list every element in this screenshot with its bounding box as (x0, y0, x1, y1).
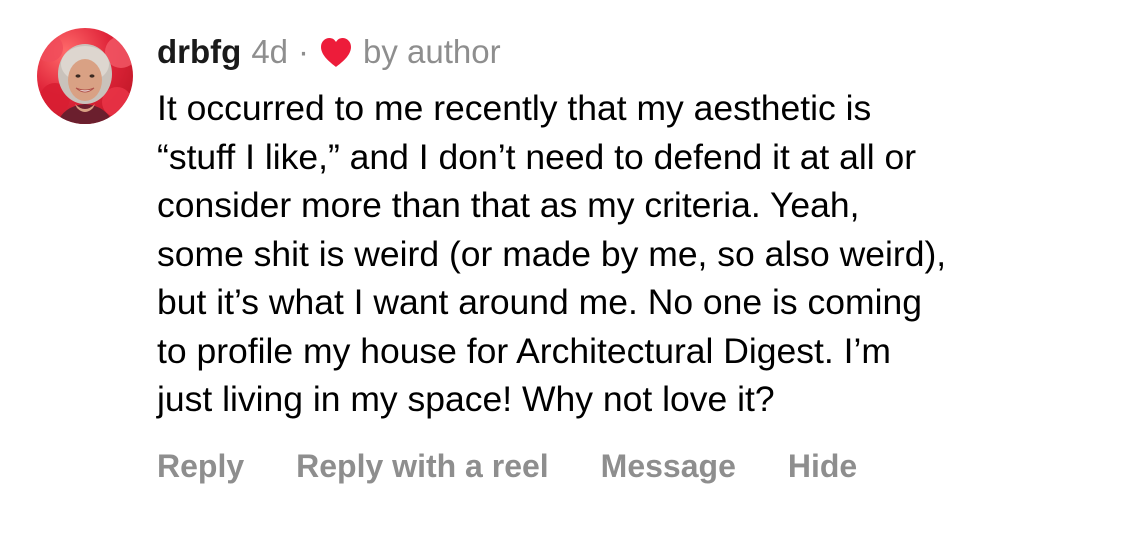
separator-dot: · (298, 33, 310, 70)
timestamp: 4d (251, 33, 289, 70)
reply-with-reel-button[interactable]: Reply with a reel (296, 448, 549, 485)
username[interactable]: drbfg (157, 33, 241, 71)
avatar-image (37, 34, 133, 124)
hide-button[interactable]: Hide (788, 448, 857, 485)
comment: drbfg 4d · by author It occurred to me r… (0, 0, 1136, 541)
heart-icon (319, 37, 353, 68)
comment-text: It occurred to me recently that my aesth… (157, 88, 947, 419)
message-button[interactable]: Message (601, 448, 736, 485)
comment-header: drbfg 4d · by author (157, 30, 501, 74)
avatar[interactable] (37, 28, 133, 124)
reply-button[interactable]: Reply (157, 448, 244, 485)
liked-by-author-label: by author (363, 33, 501, 70)
comment-actions: Reply Reply with a reel Message Hide (157, 444, 909, 488)
